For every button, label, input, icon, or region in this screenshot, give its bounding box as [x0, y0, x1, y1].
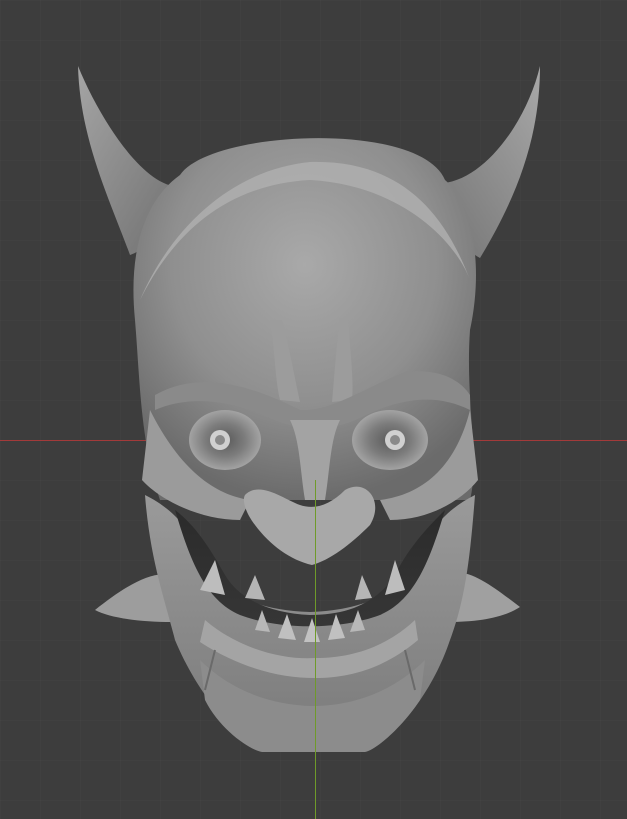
upper-tooth [355, 575, 372, 600]
oni-mask-icon[interactable] [0, 0, 627, 819]
3d-viewport[interactable] [0, 0, 627, 819]
upper-tooth [245, 575, 265, 600]
y-axis-line [315, 480, 316, 819]
